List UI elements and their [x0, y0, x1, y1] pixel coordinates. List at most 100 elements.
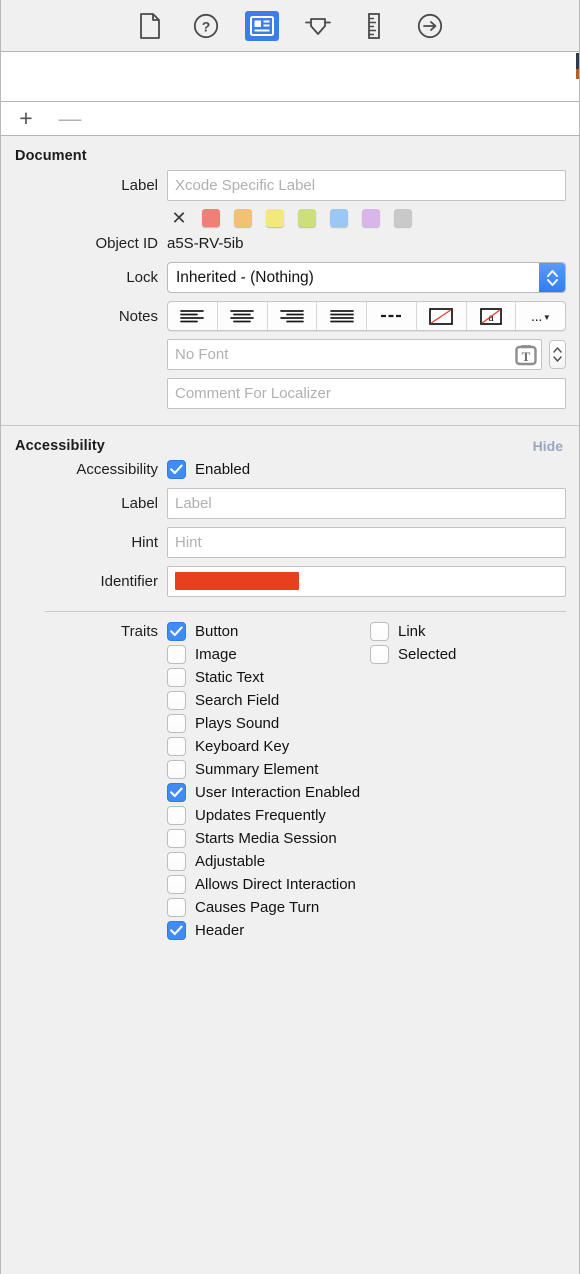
trait-checkbox-static-text[interactable]: Static Text [167, 668, 370, 687]
trait-checkbox-search-field[interactable]: Search Field [167, 691, 370, 710]
more-options-icon[interactable]: ... ▼ [516, 302, 565, 330]
notes-font-input[interactable]: No Font T [167, 339, 542, 370]
hide-section-button[interactable]: Hide [533, 438, 563, 454]
accessibility-hint-row: Hint Hint [1, 527, 579, 558]
trait-checkbox-keyboard-key[interactable]: Keyboard Key [167, 737, 370, 756]
size-inspector-icon[interactable] [357, 11, 391, 41]
object-id-caption: Object ID [95, 235, 158, 252]
notes-font-placeholder: No Font [175, 346, 229, 363]
label-color-purple[interactable] [362, 209, 380, 227]
lock-row: Lock Inherited - (Nothing) [1, 262, 579, 293]
checkbox-unchecked-icon [167, 852, 186, 871]
traits-row: Header [1, 921, 579, 940]
accessibility-label-input[interactable]: Label [167, 488, 566, 519]
localizer-comment-input[interactable]: Comment For Localizer [167, 378, 566, 409]
checkbox-unchecked-icon [167, 691, 186, 710]
add-button[interactable]: + [14, 107, 38, 131]
accessibility-section-header: Accessibility Hide [1, 426, 579, 460]
traits-row: Allows Direct Interaction [1, 875, 579, 894]
trait-checkbox-causes-page-turn[interactable]: Causes Page Turn [167, 898, 370, 917]
checkbox-unchecked-icon [167, 645, 186, 664]
caret-down-icon: ▼ [542, 312, 551, 322]
trait-label: User Interaction Enabled [195, 784, 361, 801]
document-label-color-row: ✕ [1, 209, 579, 227]
trait-label: Static Text [195, 669, 264, 686]
align-right-icon[interactable] [268, 302, 318, 330]
traits-row: Search Field [1, 691, 579, 710]
align-center-icon[interactable] [218, 302, 268, 330]
trait-label: Selected [398, 646, 457, 663]
accessibility-enabled-label: Enabled [195, 461, 251, 478]
notes-caption: Notes [118, 307, 158, 325]
object-id-value: a5S-RV-5ib [167, 235, 244, 252]
text-color-icon[interactable]: a [467, 302, 517, 330]
redaction-bar [175, 572, 299, 590]
traits-row: Traits Button Link [1, 622, 579, 641]
trait-label: Starts Media Session [195, 830, 337, 847]
document-label-caption: Label [121, 177, 158, 194]
trait-checkbox-adjustable[interactable]: Adjustable [167, 852, 370, 871]
quick-help-icon[interactable]: ? [189, 11, 223, 41]
trait-checkbox-plays-sound[interactable]: Plays Sound [167, 714, 370, 733]
label-color-gray[interactable] [394, 209, 412, 227]
checkbox-unchecked-icon [167, 898, 186, 917]
checkbox-unchecked-icon [167, 875, 186, 894]
label-color-orange[interactable] [234, 209, 252, 227]
traits-row: Plays Sound [1, 714, 579, 733]
trait-checkbox-selected[interactable]: Selected [370, 645, 573, 664]
localizer-comment-placeholder: Comment For Localizer [175, 385, 331, 402]
trait-checkbox-user-interaction-enabled[interactable]: User Interaction Enabled [167, 783, 370, 802]
remove-button[interactable]: — [58, 107, 82, 131]
accessibility-label-row: Label Label [1, 488, 579, 519]
trait-checkbox-starts-media-session[interactable]: Starts Media Session [167, 829, 370, 848]
trait-checkbox-image[interactable]: Image [167, 645, 370, 664]
label-color-swatches: ✕ [167, 209, 412, 227]
trait-checkbox-allows-direct-interaction[interactable]: Allows Direct Interaction [167, 875, 370, 894]
trait-checkbox-summary-element[interactable]: Summary Element [167, 760, 370, 779]
trait-label: Header [195, 922, 245, 939]
trait-label: Plays Sound [195, 715, 280, 732]
document-section: Document Label Xcode Specific Label ✕ Ob… [1, 136, 579, 409]
trait-checkbox-header[interactable]: Header [167, 921, 370, 940]
document-section-header: Document [1, 136, 579, 170]
align-left-icon[interactable] [168, 302, 218, 330]
label-color-yellow[interactable] [266, 209, 284, 227]
chevron-updown-icon [539, 263, 565, 292]
accessibility-hint-input[interactable]: Hint [167, 527, 566, 558]
accessibility-enabled-checkbox[interactable]: Enabled [167, 460, 370, 479]
label-color-green[interactable] [298, 209, 316, 227]
checkbox-unchecked-icon [370, 645, 389, 664]
accessibility-section-title: Accessibility [15, 438, 105, 454]
accessibility-enabled-caption: Accessibility [76, 461, 158, 478]
lock-popup-value: Inherited - (Nothing) [176, 268, 314, 286]
trait-checkbox-button[interactable]: Button [167, 622, 370, 641]
accessibility-identifier-input[interactable] [167, 566, 566, 597]
more-options-glyph: ... [530, 307, 543, 325]
document-label-input[interactable]: Xcode Specific Label [167, 170, 566, 201]
trait-checkbox-link[interactable]: Link [370, 622, 573, 641]
label-color-red[interactable] [202, 209, 220, 227]
adjacent-window-edge [576, 53, 579, 89]
font-panel-icon[interactable]: T [515, 344, 537, 366]
trait-checkbox-updates-frequently[interactable]: Updates Frequently [167, 806, 370, 825]
trait-label: Image [195, 646, 237, 663]
clear-label-color-button[interactable]: ✕ [170, 209, 188, 227]
font-size-stepper[interactable] [549, 340, 566, 369]
trait-label: Updates Frequently [195, 807, 326, 824]
attributes-inspector-icon[interactable] [301, 11, 335, 41]
object-id-row: Object ID a5S-RV-5ib [1, 235, 579, 252]
checkbox-checked-icon [167, 783, 186, 802]
align-justify-icon[interactable] [317, 302, 367, 330]
connections-inspector-icon[interactable] [413, 11, 447, 41]
file-inspector-icon[interactable] [133, 11, 167, 41]
trait-label: Causes Page Turn [195, 899, 320, 916]
traits-row: Keyboard Key [1, 737, 579, 756]
dashes-icon[interactable] [367, 302, 417, 330]
traits-row: Static Text [1, 668, 579, 687]
no-fill-color-icon[interactable] [417, 302, 467, 330]
checkbox-unchecked-icon [370, 622, 389, 641]
lock-popup-button[interactable]: Inherited - (Nothing) [167, 262, 566, 293]
label-color-blue[interactable] [330, 209, 348, 227]
identity-inspector-icon[interactable] [245, 10, 279, 41]
object-list-area[interactable] [1, 52, 579, 102]
